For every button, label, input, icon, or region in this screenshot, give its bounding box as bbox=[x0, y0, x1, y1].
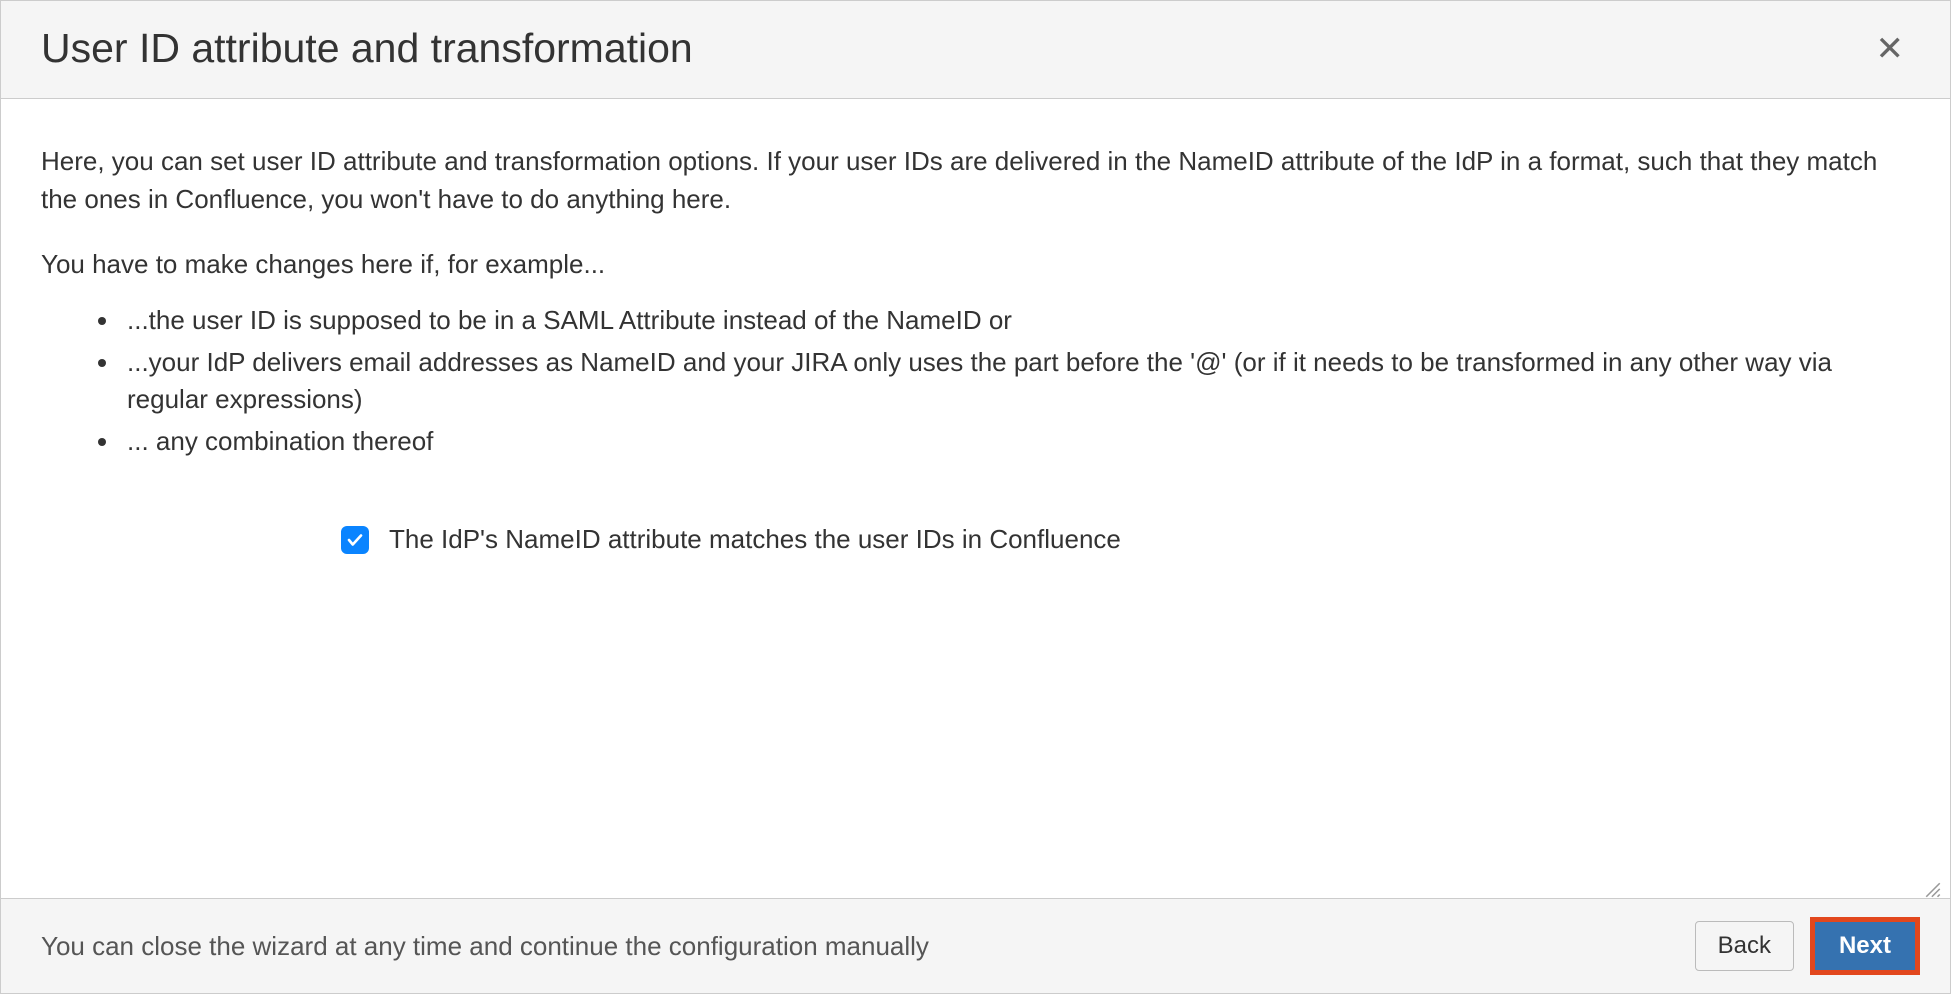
dialog-body: Here, you can set user ID attribute and … bbox=[1, 99, 1950, 898]
next-button-highlight: Next bbox=[1810, 917, 1920, 975]
next-button[interactable]: Next bbox=[1815, 922, 1915, 970]
wizard-dialog: User ID attribute and transformation ✕ H… bbox=[0, 0, 1951, 994]
close-button[interactable]: ✕ bbox=[1870, 32, 1911, 66]
intro-text: Here, you can set user ID attribute and … bbox=[41, 143, 1910, 218]
checkbox-label: The IdP's NameID attribute matches the u… bbox=[389, 521, 1121, 559]
dialog-footer: You can close the wizard at any time and… bbox=[1, 898, 1950, 993]
list-item: ...your IdP delivers email addresses as … bbox=[121, 344, 1910, 419]
back-button[interactable]: Back bbox=[1695, 921, 1794, 971]
lead-text: You have to make changes here if, for ex… bbox=[41, 246, 1910, 284]
nameid-match-option[interactable]: The IdP's NameID attribute matches the u… bbox=[341, 521, 1910, 559]
list-item: ... any combination thereof bbox=[121, 423, 1910, 461]
list-item: ...the user ID is supposed to be in a SA… bbox=[121, 302, 1910, 340]
footer-hint: You can close the wizard at any time and… bbox=[41, 931, 929, 962]
conditions-list: ...the user ID is supposed to be in a SA… bbox=[41, 302, 1910, 461]
close-icon: ✕ bbox=[1876, 30, 1905, 68]
dialog-header: User ID attribute and transformation ✕ bbox=[1, 1, 1950, 99]
checkbox-checked-icon[interactable] bbox=[341, 526, 369, 554]
dialog-title: User ID attribute and transformation bbox=[41, 25, 693, 72]
resize-handle-icon[interactable] bbox=[1924, 872, 1942, 890]
footer-actions: Back Next bbox=[1695, 917, 1920, 975]
